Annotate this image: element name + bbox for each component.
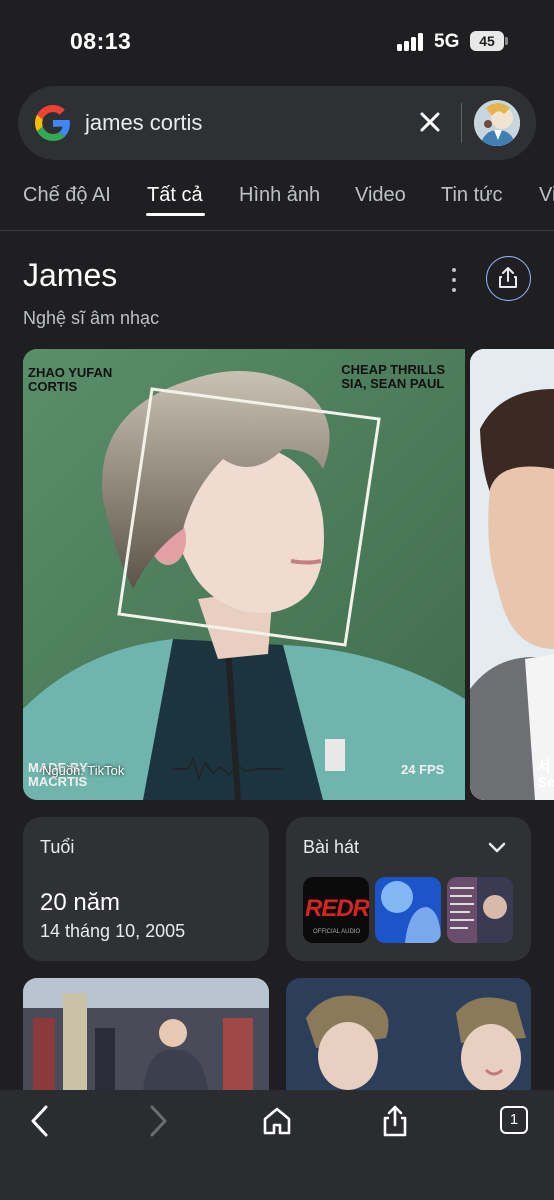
tabs-divider — [0, 230, 554, 231]
search-bar[interactable]: james cortis — [18, 86, 536, 160]
entity-subtitle: Nghệ sĩ âm nhạc — [23, 308, 160, 328]
network-label: 5G — [434, 31, 460, 52]
tabs-count-button[interactable]: 1 — [500, 1106, 528, 1134]
age-card[interactable]: Tuổi 20 năm 14 tháng 10, 2005 — [23, 817, 269, 961]
age-label: Tuổi — [40, 837, 75, 857]
thumbnail-1-photo — [23, 978, 269, 1090]
tab-videos[interactable]: Video — [355, 184, 406, 207]
songs-label: Bài hát — [303, 837, 360, 857]
entity-title: James — [23, 257, 118, 293]
account-avatar[interactable] — [474, 100, 520, 146]
next-photo — [470, 349, 554, 800]
tab-ai-mode[interactable]: Chế độ AI — [23, 184, 111, 207]
browser-toolbar — [0, 1090, 554, 1200]
next-photo-caption: 서 Se — [537, 758, 554, 791]
image-thumbnail-2[interactable] — [286, 978, 531, 1090]
tab-images[interactable]: Hình ảnh — [239, 184, 320, 207]
search-divider — [461, 103, 462, 143]
search-input[interactable]: james cortis — [85, 110, 202, 136]
battery-icon: 45 — [470, 31, 504, 51]
search-tabs: Chế độ AI Tất cả Hình ảnh Video Tin tức … — [0, 180, 554, 230]
song-cover-1[interactable]: REDRE OFFICIAL AUDIO — [303, 877, 369, 943]
poster-title-right: CHEAP THRILLS SIA, SEAN PAUL — [341, 362, 445, 391]
poster-title-left: ZHAO YUFAN CORTIS — [28, 365, 113, 394]
hero-photo — [23, 349, 465, 800]
song-cover-2-art — [375, 877, 441, 943]
tab-more-partial[interactable]: Vi — [539, 184, 554, 207]
share-page-icon[interactable] — [378, 1104, 412, 1138]
chevron-down-icon[interactable] — [486, 839, 508, 857]
battery-tip — [505, 37, 508, 45]
image-source: Nguồn: TikTok — [42, 763, 125, 778]
hero-image-next[interactable]: 서 Se — [470, 349, 554, 800]
song-cover-1-caption: OFFICIAL AUDIO — [313, 929, 361, 935]
song-cover-1-title: REDRE — [305, 895, 369, 922]
thumbnail-2-photo — [286, 978, 531, 1090]
avatar-illustration — [474, 100, 520, 146]
signal-icon — [397, 33, 425, 51]
birth-date: 14 tháng 10, 2005 — [40, 921, 186, 941]
tab-all[interactable]: Tất cả — [147, 184, 203, 207]
song-cover-2[interactable] — [375, 877, 441, 943]
google-g-icon — [35, 105, 70, 141]
song-cover-3-art — [447, 877, 513, 943]
image-thumbnail-1[interactable] — [23, 978, 269, 1090]
song-cover-3[interactable] — [447, 877, 513, 943]
songs-card[interactable]: Bài hát REDRE OFFICIAL AUDIO — [286, 817, 531, 961]
home-icon[interactable] — [260, 1104, 294, 1138]
share-icon — [499, 267, 517, 288]
hero-image[interactable]: ZHAO YUFAN CORTIS CHEAP THRILLS SIA, SEA… — [23, 349, 465, 800]
more-options-icon[interactable] — [440, 262, 468, 296]
active-tab-indicator — [146, 213, 205, 216]
poster-fps: 24 FPS — [401, 762, 445, 777]
status-bar: 08:13 5G 45 — [0, 0, 554, 80]
back-icon[interactable] — [24, 1104, 58, 1138]
clear-icon[interactable] — [416, 108, 444, 136]
age-value: 20 năm — [40, 889, 121, 916]
status-time: 08:13 — [70, 28, 132, 54]
forward-icon[interactable] — [140, 1104, 174, 1138]
share-button[interactable] — [486, 256, 531, 301]
tab-news[interactable]: Tin tức — [441, 184, 503, 207]
